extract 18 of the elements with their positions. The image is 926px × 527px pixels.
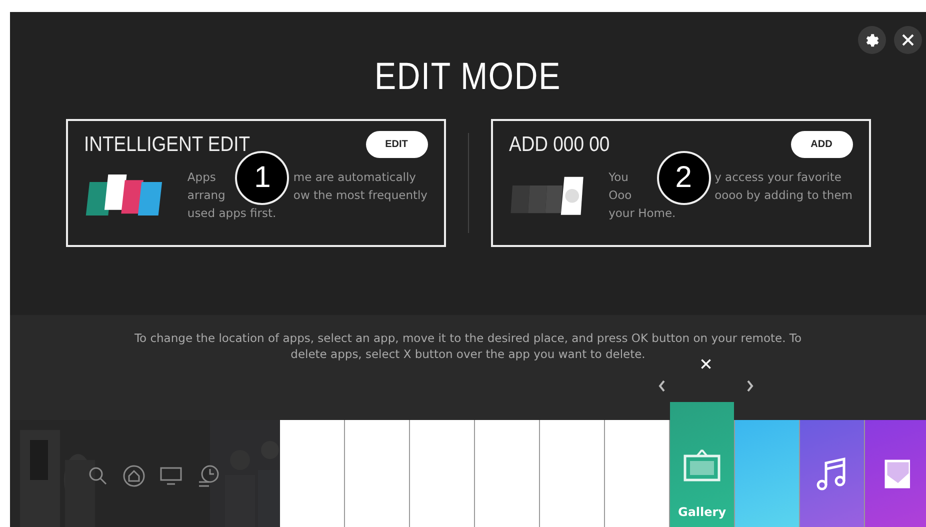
description-text: used apps first. — [187, 205, 278, 222]
tile-label: Gallery — [678, 505, 726, 519]
description-text: Ooo — [608, 187, 633, 204]
card-action-button[interactable]: ADD — [790, 131, 852, 158]
instruction-text: To change the location of apps, select an app, move it to the desired place, and press OK button on your remote. To delete apps, select X button over the app you want to delete. — [133, 330, 803, 362]
description-text: arrang — [187, 187, 226, 204]
card-action-button[interactable]: EDIT — [366, 131, 428, 158]
screen-title: EDIT MODE — [374, 56, 562, 99]
callout-number: 1 — [235, 151, 290, 205]
card-title: ADD 000 00 — [508, 132, 610, 156]
description-text: oooo by adding to them — [714, 187, 852, 204]
description-text: ow the most frequently — [293, 187, 428, 204]
description-text: your Home. — [608, 205, 677, 222]
callout-number: 2 — [656, 151, 711, 205]
description-text: me are automatically — [293, 169, 417, 186]
description-text: Apps — [187, 169, 217, 186]
description-text: You — [608, 169, 630, 186]
description-text: y access your favorite — [714, 169, 842, 186]
